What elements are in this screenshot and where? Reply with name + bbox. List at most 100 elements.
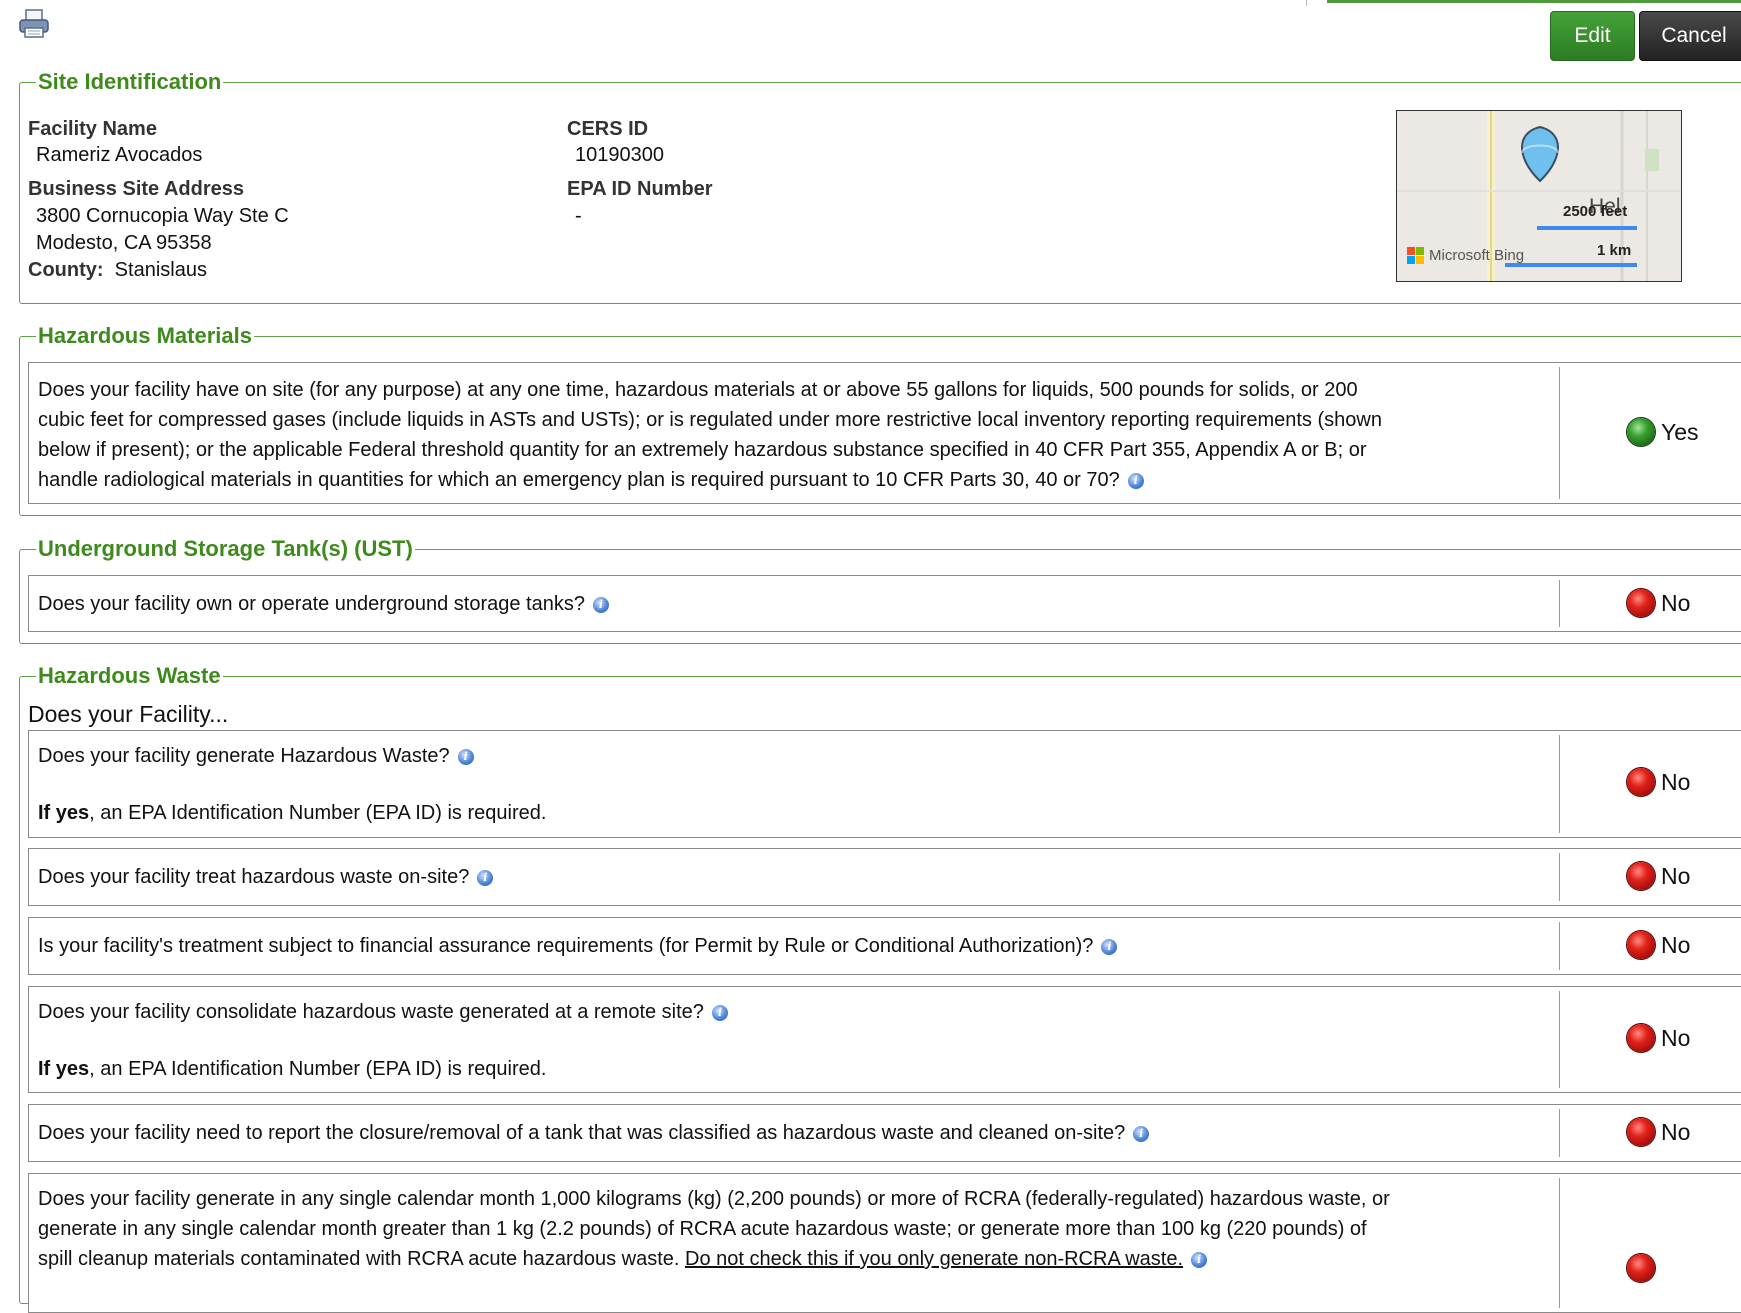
red-status-icon <box>1627 1024 1655 1052</box>
hazmat-question-row: Does your facility have on site (for any… <box>28 362 1741 504</box>
cancel-button[interactable]: Cancel <box>1639 11 1741 61</box>
hw-answer: No <box>1627 862 1690 890</box>
hw-question-text: Does your facility need to report the cl… <box>38 1122 1126 1144</box>
address-label: Business Site Address <box>28 178 245 200</box>
red-status-icon <box>1627 1118 1655 1146</box>
hw-question-row: Is your facility's treatment subject to … <box>28 917 1741 975</box>
hw-question-line: Does your facility generate in any singl… <box>38 1188 1390 1210</box>
column-divider <box>1559 1178 1560 1308</box>
hw-intro: Does your Facility... <box>28 701 229 727</box>
hazardous-waste-legend: Hazardous Waste <box>38 663 221 688</box>
column-divider <box>1559 853 1560 901</box>
hazmat-question: Does your facility have on site (for any… <box>38 375 1382 495</box>
hw-question-text: Is your facility's treatment subject to … <box>38 935 1094 957</box>
if-yes-rest: , an EPA Identification Number (EPA ID) … <box>89 802 547 824</box>
map-attribution: Microsoft Bing <box>1429 247 1525 264</box>
hw-question-rcra: Does your facility generate in any singl… <box>38 1184 1390 1274</box>
epa-id-value: - <box>575 205 582 227</box>
ust-question-text: Does your facility own or operate underg… <box>38 593 585 615</box>
county-row: County: Stanislaus <box>28 259 207 282</box>
if-yes-bold: If yes <box>38 802 90 824</box>
hw-question-line: generate in any single calendar month gr… <box>38 1218 1367 1240</box>
red-status-icon <box>1627 768 1655 796</box>
location-map[interactable]: Hel 2500 feet 1 km Microsoft Bing <box>1396 110 1682 282</box>
hw-answer-label: No <box>1661 1024 1691 1051</box>
cers-id-value: 10190300 <box>575 144 664 166</box>
hw-question-tank-closure: Does your facility need to report the cl… <box>38 1118 1150 1148</box>
hw-answer: No <box>1627 931 1690 959</box>
hw-answer <box>1627 1254 1661 1282</box>
red-status-icon <box>1627 1254 1655 1282</box>
top-divider <box>1306 0 1307 6</box>
hazardous-materials-legend: Hazardous Materials <box>38 323 252 348</box>
ust-question: Does your facility own or operate underg… <box>38 589 609 619</box>
non-rcra-link[interactable]: Do not check this if you only generate n… <box>685 1248 1183 1270</box>
hazmat-answer-label: Yes <box>1661 418 1699 445</box>
hw-question-row: Does your facility consolidate hazardous… <box>28 986 1741 1093</box>
hw-answer-label: No <box>1661 768 1691 795</box>
site-identification-legend: Site Identification <box>38 69 222 94</box>
hw-if-yes-note: If yes, an EPA Identification Number (EP… <box>38 798 546 828</box>
ust-question-row: Does your facility own or operate underg… <box>28 575 1741 632</box>
county-label: County: <box>28 259 104 281</box>
hw-answer: No <box>1627 1118 1690 1146</box>
column-divider <box>1559 580 1560 627</box>
address-line1: 3800 Cornucopia Way Ste C <box>36 205 289 227</box>
county-value: Stanislaus <box>114 259 207 281</box>
hazmat-question-line: cubic feet for compressed gases (include… <box>38 409 1382 431</box>
hw-answer: No <box>1627 768 1690 796</box>
top-accent-bar <box>1327 0 1741 3</box>
hazmat-question-line: Does your facility have on site (for any… <box>38 379 1358 401</box>
hw-question-generate: Does your facility generate Hazardous Wa… <box>38 741 474 771</box>
ust-answer: No <box>1627 589 1690 617</box>
hw-question-row: Does your facility generate in any singl… <box>28 1173 1741 1313</box>
map-scale-km: 1 km <box>1597 242 1632 259</box>
hw-question-text: Does your facility generate Hazardous Wa… <box>38 745 450 767</box>
column-divider <box>1559 991 1560 1088</box>
hw-question-consolidate: Does your facility consolidate hazardous… <box>38 997 728 1027</box>
printer-icon[interactable] <box>18 8 50 40</box>
column-divider <box>1559 735 1560 833</box>
hw-question-text: Does your facility treat hazardous waste… <box>38 866 470 888</box>
hw-question-treat: Does your facility treat hazardous waste… <box>38 862 494 892</box>
hw-question-row: Does your facility generate Hazardous Wa… <box>28 730 1741 838</box>
help-icon[interactable]: i <box>477 870 494 886</box>
hw-answer: No <box>1627 1024 1690 1052</box>
column-divider <box>1559 922 1560 970</box>
hw-if-yes-note: If yes, an EPA Identification Number (EP… <box>38 1054 546 1084</box>
help-icon[interactable]: i <box>1101 939 1118 955</box>
edit-button[interactable]: Edit <box>1550 11 1635 61</box>
facility-name-label: Facility Name <box>28 118 157 140</box>
red-status-icon <box>1627 862 1655 890</box>
hazmat-question-line: handle radiological materials in quantit… <box>38 469 1120 491</box>
epa-id-label: EPA ID Number <box>567 178 713 200</box>
green-status-icon <box>1627 418 1655 446</box>
red-status-icon <box>1627 931 1655 959</box>
hw-answer-label: No <box>1661 862 1691 889</box>
red-status-icon <box>1627 589 1655 617</box>
ust-answer-label: No <box>1661 589 1691 616</box>
address-line2: Modesto, CA 95358 <box>36 232 212 254</box>
ust-legend: Underground Storage Tank(s) (UST) <box>38 536 413 561</box>
hw-question-row: Does your facility treat hazardous waste… <box>28 848 1741 906</box>
hw-question-row: Does your facility need to report the cl… <box>28 1104 1741 1162</box>
hazmat-answer: Yes <box>1627 418 1699 446</box>
help-icon[interactable]: i <box>1127 473 1144 489</box>
help-icon[interactable]: i <box>1191 1252 1208 1268</box>
column-divider <box>1559 367 1560 499</box>
help-icon[interactable]: i <box>592 597 609 613</box>
hw-answer-label: No <box>1661 1118 1691 1145</box>
if-yes-rest: , an EPA Identification Number (EPA ID) … <box>89 1058 547 1080</box>
hw-answer-label: No <box>1661 931 1691 958</box>
if-yes-bold: If yes <box>38 1058 90 1080</box>
hw-question-text: Does your facility consolidate hazardous… <box>38 1001 704 1023</box>
help-icon[interactable]: i <box>711 1005 728 1021</box>
hw-question-financial: Is your facility's treatment subject to … <box>38 931 1118 961</box>
help-icon[interactable]: i <box>1133 1126 1150 1142</box>
column-divider <box>1559 1109 1560 1157</box>
hw-question-line: spill cleanup materials contaminated wit… <box>38 1248 680 1270</box>
map-scale-feet: 2500 feet <box>1563 203 1628 220</box>
hazmat-question-line: below if present); or the applicable Fed… <box>38 439 1367 461</box>
help-icon[interactable]: i <box>457 749 474 765</box>
cers-id-label: CERS ID <box>567 118 649 140</box>
